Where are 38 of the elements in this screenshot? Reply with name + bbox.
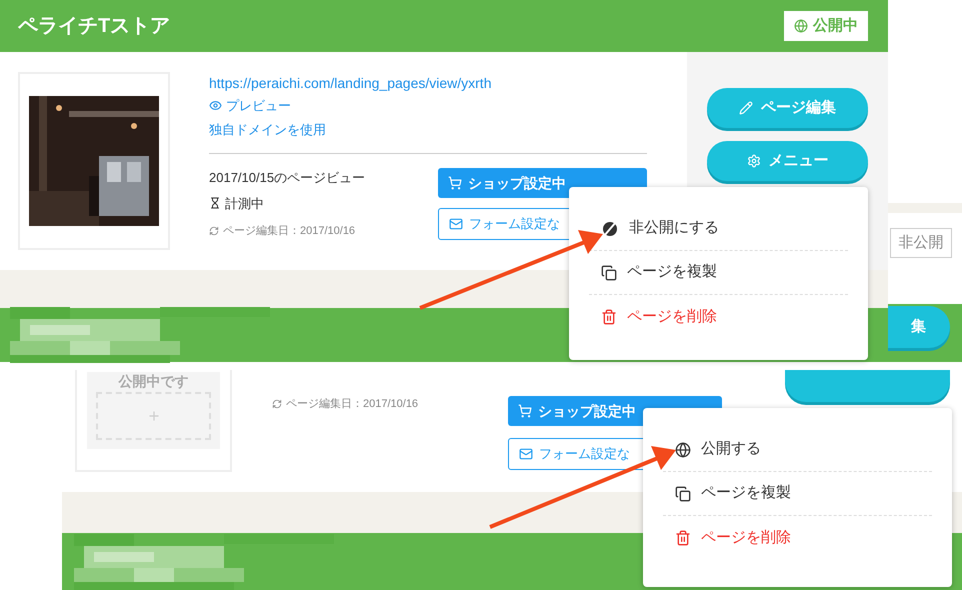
edit-button[interactable]: 集 [888,306,950,348]
slashed-globe-icon [601,220,619,238]
status-badge: 公開中 [784,11,868,41]
plus-icon [146,409,160,423]
page-url[interactable]: https://peraichi.com/landing_pages/view/yxrth [209,72,687,94]
refresh-icon [209,226,219,236]
menu-item[interactable]: ページを複製 [663,472,932,516]
globe-icon [794,19,808,33]
preview-link[interactable]: プレビュー [226,96,291,116]
pencil-icon [739,101,753,115]
thumbnail-text: 公開中です [118,372,188,390]
menu-item[interactable]: ページを複製 [589,251,848,295]
mail-icon [449,217,463,231]
edited-date: ページ編集日：2017/10/16 [223,224,356,239]
menu-item[interactable]: ページを削除 [663,516,932,560]
mail-icon [519,447,533,461]
pageview-value: 計測中 [225,194,264,212]
menu-button[interactable]: メニュー [707,141,868,181]
add-image-area[interactable] [96,392,211,440]
store-title: ペライチTストア [18,14,170,39]
edit-page-button[interactable]: ページ編集 [707,88,868,128]
trash-icon [675,530,691,546]
cart-icon [448,176,462,190]
gear-icon [746,154,760,168]
pageview-label: 2017/10/15のページビュー [209,169,366,187]
status-badge: 非公開 [890,228,952,258]
hourglass-icon [209,197,221,210]
eye-icon [209,99,222,112]
copy-icon [675,486,691,502]
trash-icon [601,309,617,325]
globe-icon [675,442,691,458]
custom-domain-link[interactable]: 独自ドメインを使用 [209,120,687,139]
menu-button[interactable] [785,370,950,402]
menu-item[interactable]: ページを削除 [589,295,848,339]
copy-icon [601,264,617,280]
refresh-icon [272,399,282,410]
edited-date: ページ編集日：2017/10/16 [286,397,418,412]
cart-icon [518,404,532,418]
